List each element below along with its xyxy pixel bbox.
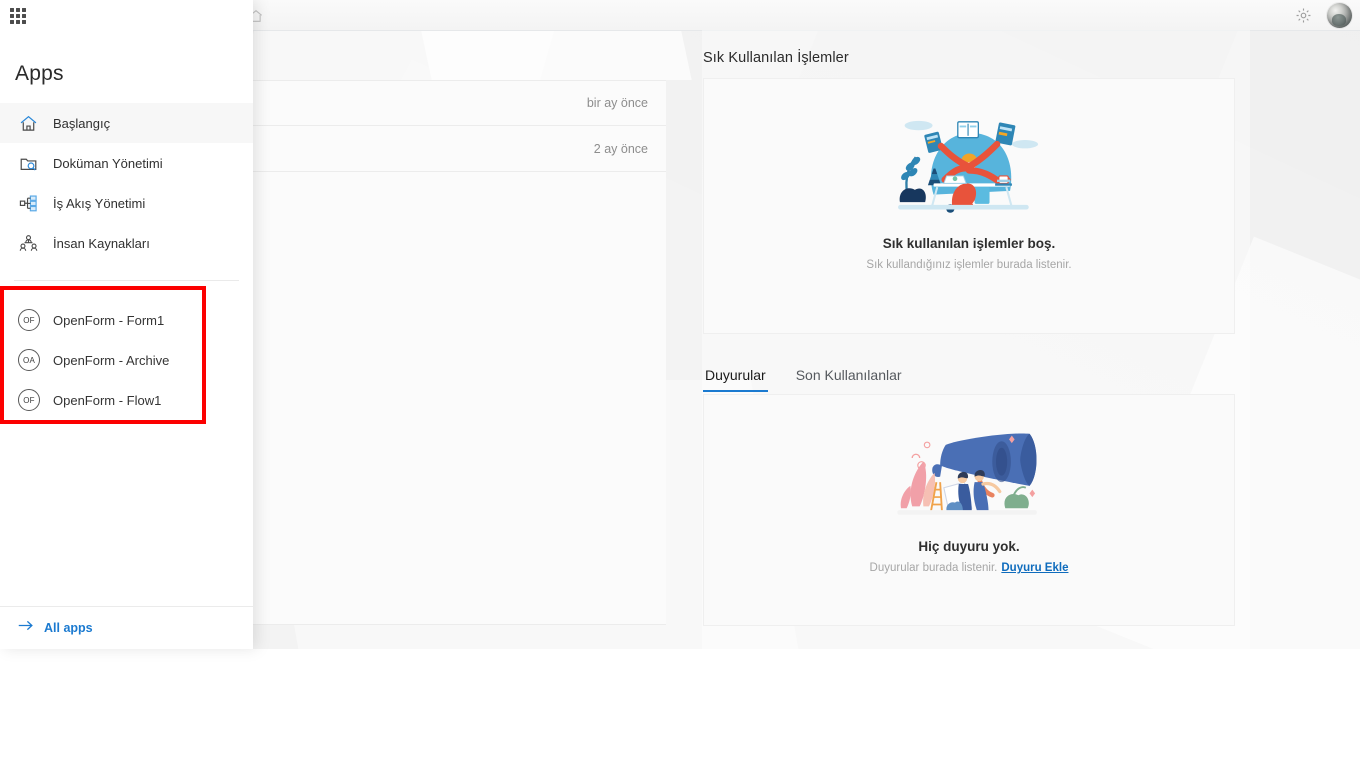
all-apps-button[interactable]: All apps (0, 606, 253, 649)
sidebar-item-label: Doküman Yönetimi (53, 155, 163, 171)
sidebar-item-insan-kaynaklari[interactable]: İnsan Kaynakları (0, 223, 253, 263)
frequent-operations-card: Sık kullanılan işlemler boş. Sık kulland… (703, 78, 1235, 334)
announcements-empty-sub-text: Duyurular burada listenir. (869, 562, 998, 574)
app-initials-badge: OF (18, 389, 40, 411)
app-list: OF OpenForm - Form1 OA OpenForm - Archiv… (0, 286, 210, 420)
list-empty-body (248, 172, 666, 625)
sidebar-item-label: Başlangıç (53, 115, 111, 131)
megaphone-illustration (704, 417, 1234, 525)
app-initials-badge: OA (18, 349, 40, 371)
app-item-label: OpenForm - Flow1 (53, 392, 162, 408)
announcements-empty-subtitle: Duyurular burada listenir. Duyuru Ekle (704, 562, 1234, 574)
person-at-desk-illustration (704, 105, 1234, 217)
home-icon (18, 113, 38, 133)
gear-icon[interactable] (1293, 5, 1313, 25)
flyout-nav-list: Başlangıç Doküman Yönetimi İş Akış Yönet… (0, 103, 253, 263)
folder-search-icon (18, 153, 38, 173)
tab-duyurular[interactable]: Duyurular (703, 365, 768, 392)
frequent-operations-title: Sık Kullanılan İşlemler (703, 50, 849, 66)
all-apps-label: All apps (44, 621, 93, 635)
avatar[interactable] (1327, 2, 1352, 28)
sidebar-item-label: İş Akış Yönetimi (53, 195, 146, 211)
frequent-empty-state: Sık kullanılan işlemler boş. Sık kulland… (704, 236, 1234, 271)
people-icon (18, 233, 38, 253)
app-initials-badge: OF (18, 309, 40, 331)
add-announcement-link[interactable]: Duyuru Ekle (1001, 562, 1068, 574)
list-item-timestamp: 2 ay önce (593, 141, 648, 156)
workflow-icon (18, 193, 38, 213)
app-launcher-waffle-icon[interactable] (10, 8, 30, 28)
list-item[interactable]: bir ay önce (248, 80, 666, 126)
page-title: Apps (15, 62, 64, 85)
arrow-right-icon (18, 619, 33, 637)
sidebar-item-baslangic[interactable]: Başlangıç (0, 103, 253, 143)
tab-son-kullanilanlar[interactable]: Son Kullanılanlar (794, 365, 904, 392)
announcements-empty-title: Hiç duyuru yok. (918, 539, 1020, 554)
frequent-empty-subtitle: Sık kullandığınız işlemler burada listen… (866, 259, 1072, 271)
apps-flyout-panel: Apps Başlangıç Doküman Yönetimi İş Akış … (0, 0, 253, 649)
list-item[interactable]: 2 ay önce (248, 126, 666, 172)
app-item-openform-flow1[interactable]: OF OpenForm - Flow1 (0, 380, 210, 420)
sidebar-item-is-akis-yonetimi[interactable]: İş Akış Yönetimi (0, 183, 253, 223)
app-item-label: OpenForm - Archive (53, 352, 170, 368)
background-list: bir ay önce 2 ay önce (248, 80, 666, 625)
app-item-label: OpenForm - Form1 (53, 312, 165, 328)
content-tabs: Duyurular Son Kullanılanlar (703, 365, 904, 392)
sidebar-item-dokuman-yonetimi[interactable]: Doküman Yönetimi (0, 143, 253, 183)
app-item-openform-archive[interactable]: OA OpenForm - Archive (0, 340, 210, 380)
list-item-timestamp: bir ay önce (586, 96, 648, 110)
app-item-openform-form1[interactable]: OF OpenForm - Form1 (0, 300, 210, 340)
announcements-card: Hiç duyuru yok. Duyurular burada listeni… (703, 394, 1235, 626)
frequent-empty-title: Sık kullanılan işlemler boş. (882, 236, 1056, 251)
sidebar-item-label: İnsan Kaynakları (53, 235, 150, 251)
announcements-empty-state: Hiç duyuru yok. Duyurular burada listeni… (704, 539, 1234, 574)
main-content: Sık Kullanılan İşlemler Sık kullanılan i… (690, 30, 1250, 649)
topbar-actions (1293, 0, 1352, 30)
